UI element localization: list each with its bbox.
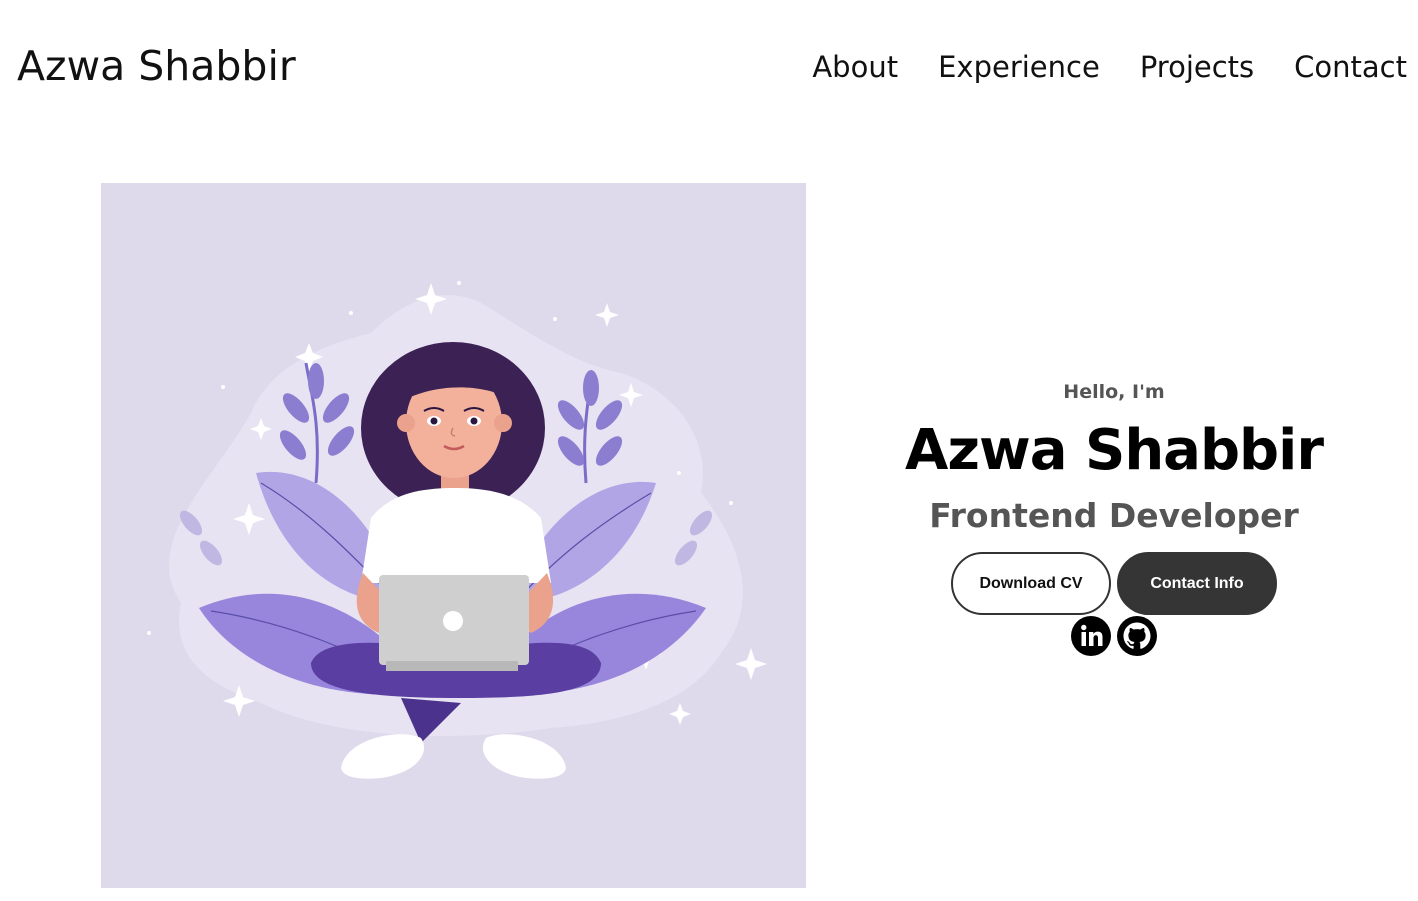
profile-illustration bbox=[101, 183, 806, 888]
github-icon[interactable] bbox=[1117, 616, 1157, 656]
main-nav: About Experience Projects Contact bbox=[812, 50, 1407, 84]
contact-info-button[interactable]: Contact Info bbox=[1117, 552, 1277, 615]
nav-about[interactable]: About bbox=[812, 50, 898, 84]
hero-intro: Hello, I'm Azwa Shabbir Frontend Develop… bbox=[880, 378, 1348, 656]
site-logo[interactable]: Azwa Shabbir bbox=[17, 42, 296, 90]
portfolio-page: Azwa Shabbir About Experience Projects C… bbox=[0, 0, 1418, 901]
linkedin-icon[interactable] bbox=[1071, 616, 1111, 656]
social-links bbox=[880, 616, 1348, 656]
nav-contact[interactable]: Contact bbox=[1294, 50, 1407, 84]
hero-name: Azwa Shabbir bbox=[905, 418, 1324, 483]
hero-buttons: Download CV Contact Info bbox=[880, 552, 1348, 615]
woman-with-laptop-illustration bbox=[147, 281, 767, 779]
hero-role: Frontend Developer bbox=[929, 496, 1299, 535]
hero-greeting: Hello, I'm bbox=[1063, 381, 1165, 403]
nav-projects[interactable]: Projects bbox=[1140, 50, 1254, 84]
nav-experience[interactable]: Experience bbox=[938, 50, 1100, 84]
download-cv-button[interactable]: Download CV bbox=[951, 552, 1111, 615]
